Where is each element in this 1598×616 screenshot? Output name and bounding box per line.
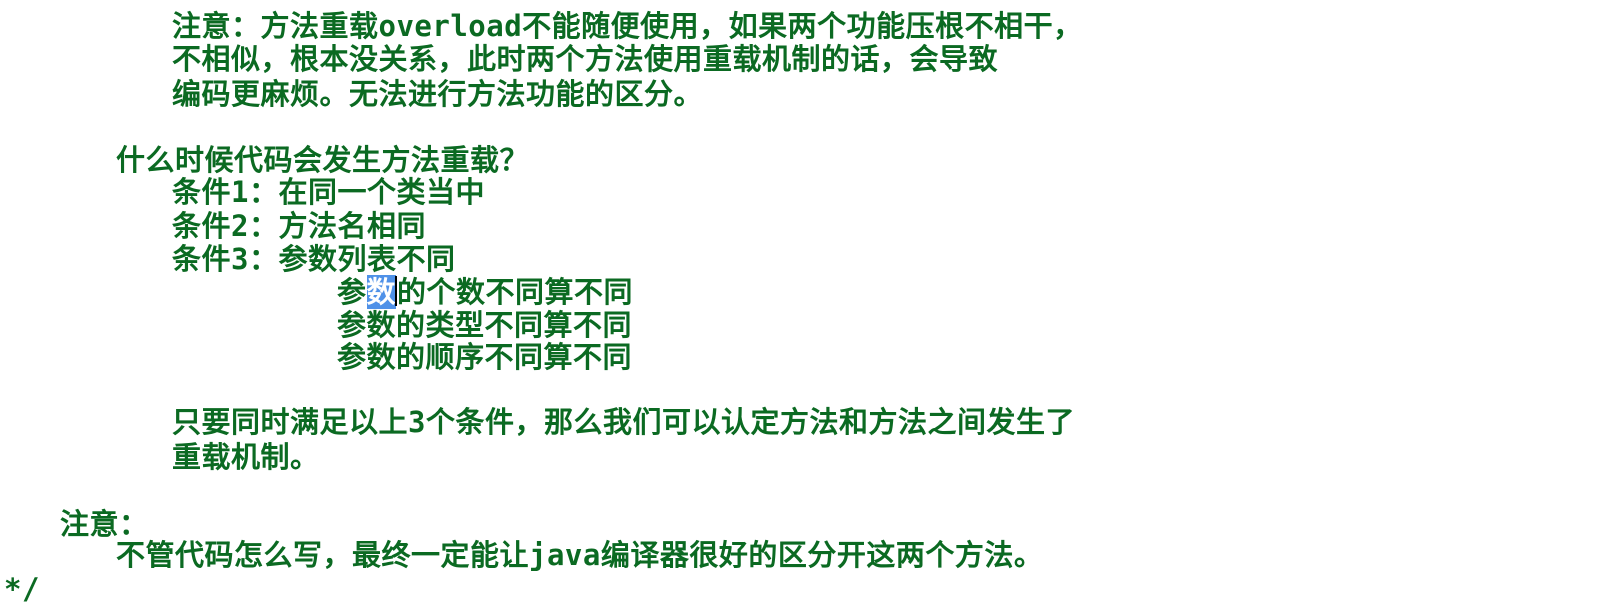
code-line: 重载机制。 xyxy=(172,440,320,474)
code-line: 不相似，根本没关系，此时两个方法使用重载机制的话，会导致 xyxy=(172,42,999,76)
code-line: 什么时候代码会发生方法重载？ xyxy=(116,143,530,177)
code-line: 注意：方法重载overload不能随便使用，如果两个功能压根不相干， xyxy=(172,9,1083,43)
code-text: 的个数不同算不同 xyxy=(397,275,634,309)
code-text: 参 xyxy=(337,275,367,309)
comment-end: */ xyxy=(4,572,40,606)
code-line: 参数的顺序不同算不同 xyxy=(337,340,633,374)
code-line: 参数的个数不同算不同 xyxy=(337,275,633,309)
text-selection[interactable]: 数 xyxy=(366,275,397,309)
code-line: 只要同时满足以上3个条件，那么我们可以认定方法和方法之间发生了 xyxy=(172,405,1075,439)
code-line: 条件2：方法名相同 xyxy=(172,209,426,243)
code-line: 注意： xyxy=(60,507,149,541)
code-line: 参数的类型不同算不同 xyxy=(337,308,633,342)
code-line: 编码更麻烦。无法进行方法功能的区分。 xyxy=(172,77,704,111)
code-line: 条件1：在同一个类当中 xyxy=(172,175,485,209)
code-line: 不管代码怎么写，最终一定能让java编译器很好的区分开这两个方法。 xyxy=(116,538,1044,572)
code-line: 条件3：参数列表不同 xyxy=(172,242,456,276)
code-editor[interactable]: 注意：方法重载overload不能随便使用，如果两个功能压根不相干， 不相似，根… xyxy=(0,0,1598,616)
